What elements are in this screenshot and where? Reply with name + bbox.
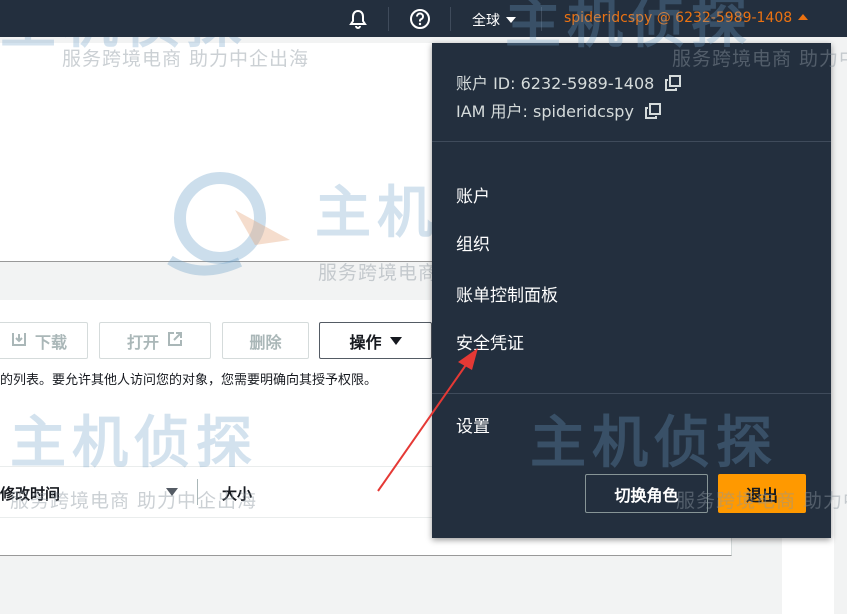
help-circle-icon[interactable]: [409, 8, 431, 30]
column-divider[interactable]: [197, 479, 198, 505]
logout-button[interactable]: 退出: [718, 474, 806, 513]
account-menu-trigger[interactable]: spideridcspy @ 6232-5989-1408: [564, 10, 809, 26]
menu-item-account[interactable]: 账户: [456, 182, 490, 207]
delete-button[interactable]: 删除: [222, 322, 309, 359]
menu-item-organizations[interactable]: 组织: [456, 230, 490, 255]
menu-item-settings[interactable]: 设置: [456, 412, 490, 437]
actions-label: 操作: [349, 332, 382, 352]
caret-up-icon: [798, 14, 809, 20]
switch-role-button[interactable]: 切换角色: [585, 474, 708, 513]
caret-down-icon: [506, 17, 516, 23]
column-header-size[interactable]: 大小: [222, 483, 252, 504]
menu-item-security-credentials[interactable]: 安全凭证: [456, 329, 524, 354]
copy-icon[interactable]: [645, 103, 662, 123]
download-button[interactable]: 下载: [0, 322, 88, 359]
open-button[interactable]: 打开: [99, 322, 211, 359]
iam-user: IAM 用户: spideridcspy: [456, 102, 634, 121]
delete-label: 删除: [249, 332, 282, 352]
account-dropdown-menu: 账户 ID: 6232-5989-1408 IAM 用户: spideridcs…: [432, 43, 831, 538]
account-id: 账户 ID: 6232-5989-1408: [456, 74, 655, 93]
top-navigation-bar: 全球 spideridcspy @ 6232-5989-1408: [0, 0, 847, 37]
copy-icon[interactable]: [665, 75, 682, 95]
column-header-modified[interactable]: 修改时间: [0, 483, 60, 504]
actions-dropdown-button[interactable]: 操作: [319, 322, 432, 359]
external-link-icon: [167, 331, 183, 351]
menu-item-billing-dashboard[interactable]: 账单控制面板: [456, 281, 558, 306]
open-label: 打开: [126, 332, 159, 352]
bell-icon[interactable]: [347, 8, 369, 30]
permissions-notice: 的列表。要允许其他人访问您的对象，您需要明确向其授予权限。: [0, 373, 378, 388]
caret-down-icon: [389, 336, 402, 345]
download-icon: [11, 331, 27, 351]
region-selector[interactable]: 全球: [472, 10, 516, 30]
sort-icon[interactable]: [166, 488, 178, 496]
account-menu-label: spideridcspy @ 6232-5989-1408: [564, 10, 793, 26]
download-label: 下载: [34, 332, 67, 352]
region-label: 全球: [472, 13, 500, 29]
account-id-row: 账户 ID: 6232-5989-1408: [456, 70, 682, 95]
iam-user-row: IAM 用户: spideridcspy: [456, 98, 662, 123]
